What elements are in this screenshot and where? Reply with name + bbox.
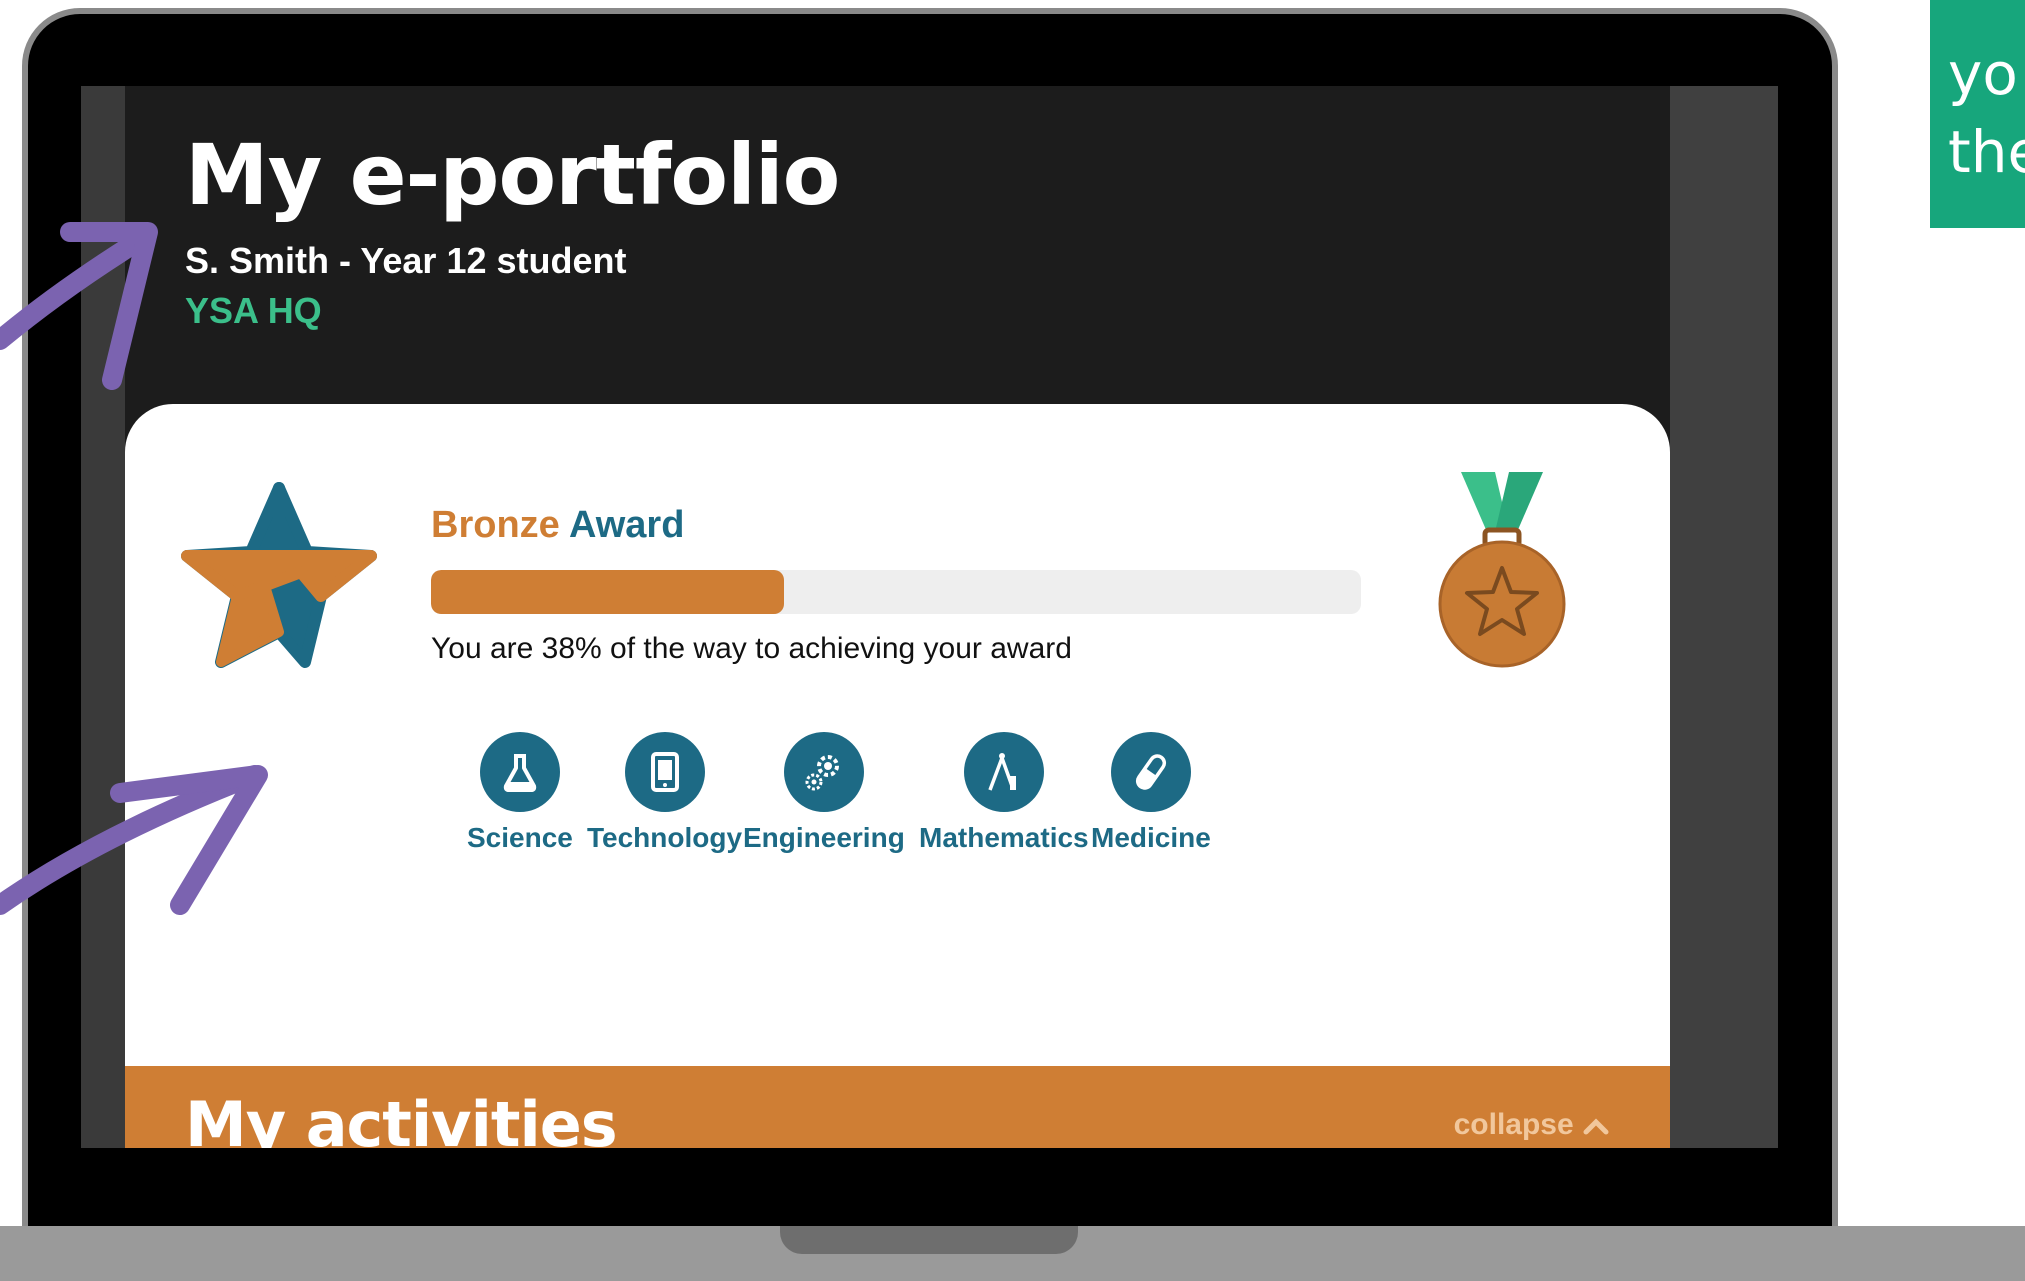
star-logo-icon [181,482,377,668]
category-engineering[interactable]: Engineering [743,732,905,854]
pill-icon [1110,732,1191,812]
callout-line-2: the [1948,118,2025,186]
category-technology[interactable]: Technology [587,732,742,854]
award-progress-text: You are 38% of the way to achieving your… [431,632,1072,665]
tablet-icon [624,732,705,812]
award-card: Bronze Award You are 38% of the way to a… [125,404,1670,1148]
category-label: Science [467,822,573,853]
gears-icon [783,732,864,812]
category-label: Engineering [743,822,905,853]
stem-categories: Science Technology Engineering Mathemati… [425,732,1405,862]
callout-line-1: yo [1948,40,2018,108]
screen-right-edge [1670,86,1778,1148]
compass-icon [963,732,1044,812]
page-title: My e-portfolio [185,126,840,224]
flask-icon [479,732,560,812]
organisation-name[interactable]: YSA HQ [185,290,322,332]
category-science[interactable]: Science [467,732,573,854]
category-label: Technology [587,822,743,853]
laptop-notch [780,1226,1078,1254]
award-progress-fill [431,570,785,614]
bronze-medal-icon [1438,472,1566,668]
student-name: S. Smith - Year 12 student [185,240,627,281]
chevron-up-icon [1583,1118,1609,1135]
collapse-label: collapse [1453,1108,1574,1141]
green-callout: yo the [1930,0,2025,228]
collapse-button[interactable]: collapse [1454,1108,1610,1142]
category-mathematics[interactable]: Mathematics [919,732,1089,854]
laptop-screen: My e-portfolio S. Smith - Year 12 studen… [81,86,1778,1148]
category-medicine[interactable]: Medicine [1091,732,1211,854]
activities-header: My activities collapse [125,1066,1670,1148]
activities-title: My activities [185,1088,618,1148]
category-label: Medicine [1091,822,1211,853]
award-progress-bar [431,570,1361,614]
award-title: Bronze Award [431,504,684,547]
award-level: Bronze [431,504,560,546]
award-word: Award [568,504,685,546]
annotation-arrow-icon [0,765,268,915]
category-label: Mathematics [919,822,1089,853]
annotation-arrow-icon [0,222,158,390]
